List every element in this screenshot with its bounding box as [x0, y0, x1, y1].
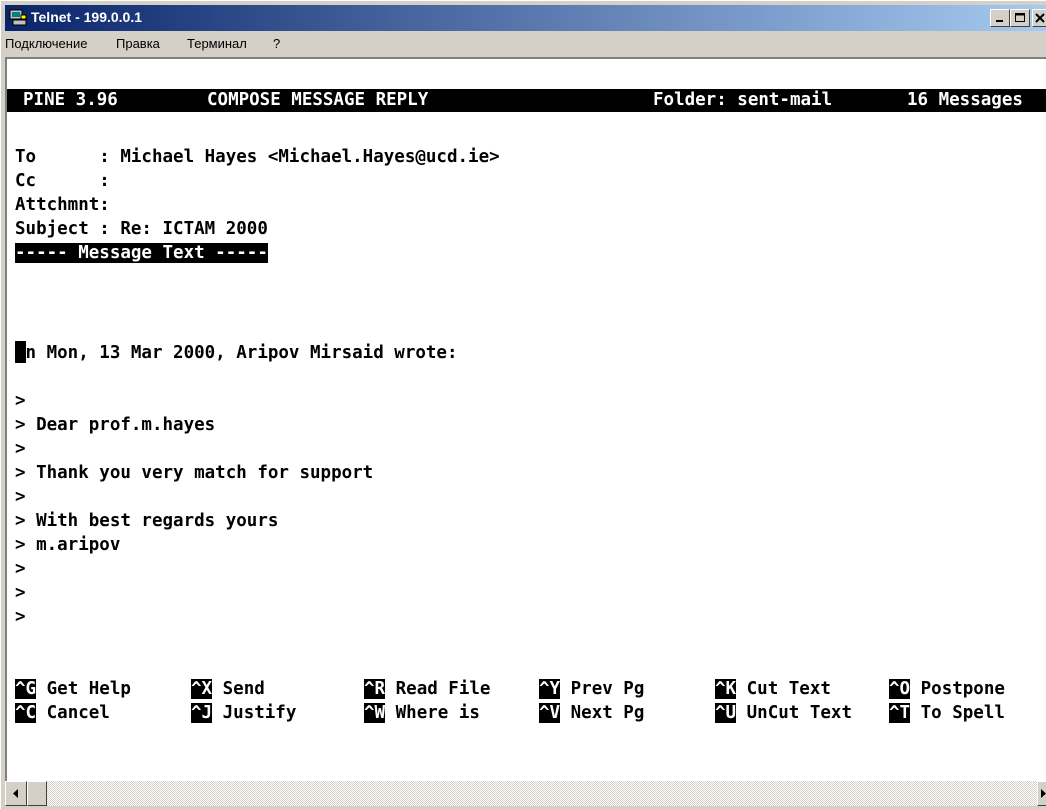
shortcut-label: Get Help	[46, 679, 131, 699]
header-to[interactable]: To : Michael Hayes <Michael.Hayes@ucd.ie…	[15, 146, 500, 169]
title-bar: Telnet - 199.0.0.1	[5, 5, 1046, 31]
shortcut-key: ^R	[364, 679, 386, 699]
shortcut-label: Next Pg	[570, 703, 645, 723]
quoted-line[interactable]: >	[15, 582, 26, 605]
menu-bar: Подключение Правка Терминал ?	[5, 33, 1046, 55]
attribution-line[interactable]: On Mon, 13 Mar 2000, Aripov Mirsaid wrot…	[15, 342, 458, 365]
shortcut-cut-text[interactable]: ^K Cut Text	[715, 678, 831, 701]
shortcut-send[interactable]: ^X Send	[191, 678, 265, 701]
shortcut-key: ^G	[15, 679, 37, 699]
message-text-separator: ----- Message Text -----	[15, 242, 268, 265]
pine-version: PINE 3.96	[23, 90, 118, 110]
shortcut-key: ^C	[15, 703, 37, 723]
separator-label: ----- Message Text -----	[15, 243, 268, 263]
menu-connection[interactable]: Подключение	[5, 36, 87, 51]
menu-edit[interactable]: Правка	[116, 36, 160, 51]
shortcut-postpone[interactable]: ^O Postpone	[889, 678, 1005, 701]
message-count: 16 Messages	[907, 90, 1023, 110]
shortcut-label: Prev Pg	[570, 679, 645, 699]
shortcut-get-help[interactable]: ^G Get Help	[15, 678, 131, 701]
shortcut-key: ^K	[715, 679, 737, 699]
horizontal-scrollbar[interactable]	[5, 781, 1046, 806]
shortcut-uncut-text[interactable]: ^U UnCut Text	[715, 702, 852, 725]
minimize-icon	[996, 20, 1003, 22]
maximize-icon	[1015, 13, 1025, 22]
arrow-left-icon	[13, 789, 18, 798]
quoted-line[interactable]: > Dear prof.m.hayes	[15, 414, 215, 437]
quoted-line[interactable]: >	[15, 486, 26, 509]
scroll-right-button[interactable]	[1037, 781, 1046, 806]
header-subject[interactable]: Subject : Re: ICTAM 2000	[15, 218, 268, 241]
shortcut-justify[interactable]: ^J Justify	[191, 702, 296, 725]
shortcut-label: UnCut Text	[746, 703, 852, 723]
shortcut-label: Cut Text	[746, 679, 831, 699]
maximize-button[interactable]	[1010, 9, 1030, 27]
menu-terminal[interactable]: Терминал	[187, 36, 247, 51]
shortcut-key: ^W	[364, 703, 386, 723]
terminal-screen[interactable]: PINE 3.96 COMPOSE MESSAGE REPLY Folder: …	[5, 57, 1046, 781]
shortcut-key: ^V	[539, 703, 561, 723]
shortcut-key: ^U	[715, 703, 737, 723]
header-cc[interactable]: Cc :	[15, 170, 110, 193]
quoted-line[interactable]: > Thank you very match for support	[15, 462, 373, 485]
shortcut-label: Where is	[395, 703, 480, 723]
arrow-right-icon	[1041, 789, 1046, 798]
shortcut-label: Read File	[395, 679, 491, 699]
scroll-thumb[interactable]	[27, 781, 47, 806]
shortcut-key: ^Y	[539, 679, 561, 699]
header-attachment[interactable]: Attchmnt:	[15, 194, 110, 217]
quoted-line[interactable]: > With best regards yours	[15, 510, 278, 533]
quoted-line[interactable]: >	[15, 438, 26, 461]
shortcut-key: ^J	[191, 703, 213, 723]
shortcut-key: ^T	[889, 703, 911, 723]
shortcut-key: ^O	[889, 679, 911, 699]
shortcut-label: Cancel	[46, 703, 110, 723]
compose-mode: COMPOSE MESSAGE REPLY	[207, 90, 429, 110]
quoted-line[interactable]: >	[15, 558, 26, 581]
shortcut-label: To Spell	[920, 703, 1005, 723]
shortcut-label: Justify	[222, 703, 297, 723]
shortcut-label: Postpone	[920, 679, 1005, 699]
scroll-left-button[interactable]	[5, 781, 27, 806]
shortcut-prev-page[interactable]: ^Y Prev Pg	[539, 678, 644, 701]
shortcut-to-spell[interactable]: ^T To Spell	[889, 702, 1005, 725]
close-icon	[1035, 13, 1045, 23]
quoted-line[interactable]: >	[15, 606, 26, 629]
telnet-window: Telnet - 199.0.0.1 Подключение Правка Те…	[0, 0, 1046, 809]
quoted-line[interactable]: >	[15, 390, 26, 413]
shortcut-read-file[interactable]: ^R Read File	[364, 678, 490, 701]
shortcut-cancel[interactable]: ^C Cancel	[15, 702, 110, 725]
folder-name: Folder: sent-mail	[653, 90, 833, 110]
shortcut-key: ^X	[191, 679, 213, 699]
minimize-button[interactable]	[990, 9, 1010, 27]
quoted-line[interactable]: > m.aripov	[15, 534, 120, 557]
telnet-icon	[9, 9, 27, 26]
close-button[interactable]	[1032, 9, 1046, 27]
window-title: Telnet - 199.0.0.1	[31, 9, 143, 25]
shortcut-next-page[interactable]: ^V Next Pg	[539, 702, 644, 725]
shortcut-where-is[interactable]: ^W Where is	[364, 702, 480, 725]
shortcut-label: Send	[222, 679, 265, 699]
menu-help[interactable]: ?	[273, 36, 280, 51]
pine-status-bar: PINE 3.96 COMPOSE MESSAGE REPLY Folder: …	[7, 89, 1046, 112]
